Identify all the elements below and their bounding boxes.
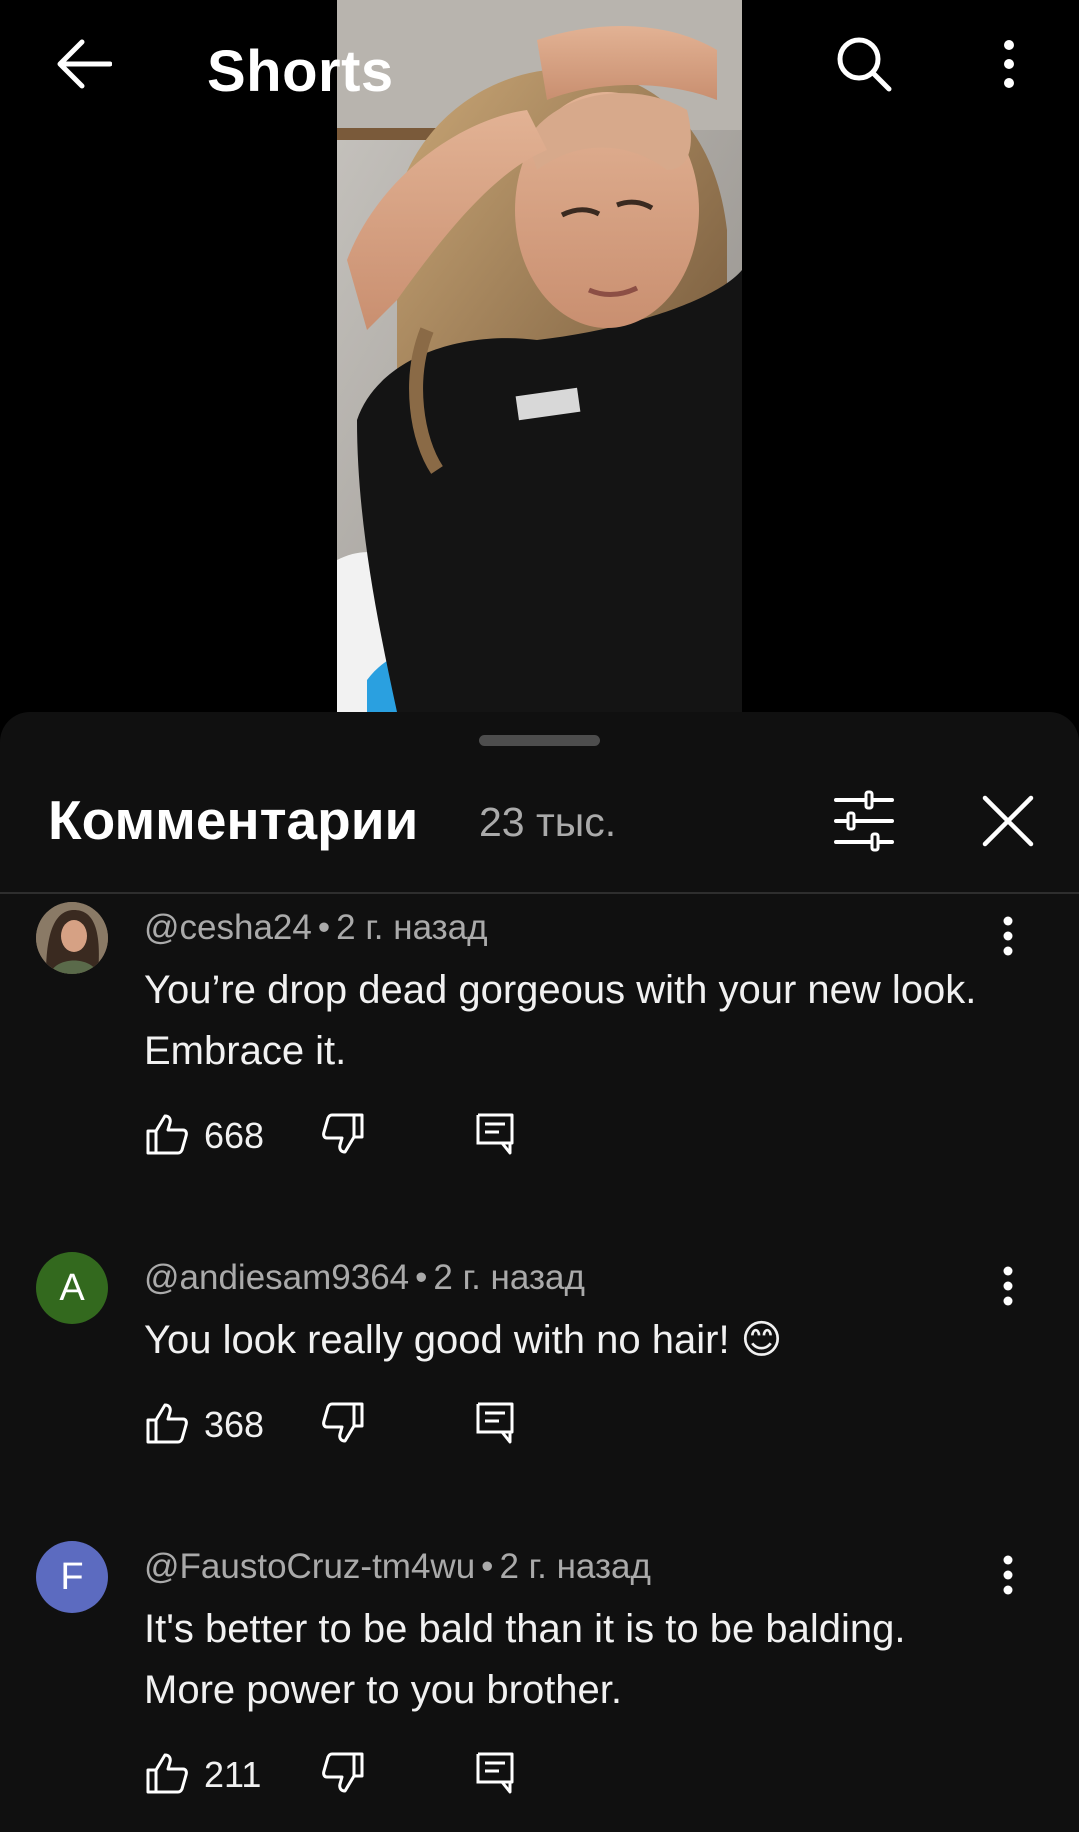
like-count: 211 [204, 1754, 262, 1795]
thumbs-up-icon [145, 1751, 189, 1800]
arrow-left-icon [56, 38, 113, 95]
dislike-button[interactable] [320, 1401, 366, 1449]
comment-time: 2 г. назад [336, 908, 488, 947]
reply-button[interactable] [472, 1751, 518, 1799]
drag-handle[interactable] [479, 735, 600, 746]
like-button[interactable] [144, 1401, 190, 1449]
comment-more-button[interactable] [992, 1549, 1024, 1605]
comment-author[interactable]: @cesha24 [144, 908, 312, 947]
like-button[interactable] [144, 1112, 190, 1160]
comment-actions: 668 [144, 1108, 518, 1164]
like-button[interactable] [144, 1751, 190, 1799]
comment-time: 2 г. назад [433, 1258, 585, 1297]
video-player[interactable]: Shorts [0, 0, 1079, 712]
comment-text: You’re drop dead gorgeous with your new … [144, 968, 977, 1073]
avatar[interactable]: A [36, 1252, 108, 1324]
like-count: 668 [204, 1115, 265, 1156]
thumbs-up-icon [145, 1401, 189, 1450]
avatar[interactable] [36, 902, 108, 974]
avatar[interactable]: F [36, 1541, 108, 1613]
comment-actions: 368 [144, 1397, 518, 1453]
comment-meta: @andiesam9364 • 2 г. назад [144, 1258, 585, 1297]
comments-title: Комментарии [48, 789, 419, 851]
video-thumbnail[interactable] [337, 0, 742, 712]
close-icon [977, 795, 1039, 856]
like-count: 368 [204, 1404, 265, 1445]
more-vert-icon [1003, 39, 1015, 93]
reply-icon [475, 1751, 515, 1800]
dislike-button[interactable] [320, 1112, 366, 1160]
comment-author[interactable]: @FaustoCruz-tm4wu [144, 1547, 475, 1586]
more-vert-icon [1003, 1555, 1013, 1600]
avatar-letter: F [60, 1555, 84, 1598]
comment-time: 2 г. назад [499, 1547, 651, 1586]
more-options-button[interactable] [986, 28, 1032, 104]
comment-meta: @cesha24 • 2 г. назад [144, 908, 488, 947]
reply-button[interactable] [472, 1112, 518, 1160]
thumbs-down-icon [321, 1401, 365, 1450]
back-button[interactable] [44, 30, 124, 102]
search-icon [835, 35, 893, 98]
comment-text: You look really good with no hair! 😊 [144, 1318, 783, 1362]
thumbs-up-icon [145, 1112, 189, 1161]
dislike-button[interactable] [320, 1751, 366, 1799]
search-button[interactable] [826, 28, 902, 104]
comment-item: @cesha24 • 2 г. назад You’re drop dead gor… [0, 902, 1079, 1202]
comment-more-button[interactable] [992, 910, 1024, 966]
comment-more-button[interactable] [992, 1260, 1024, 1316]
thumbs-down-icon [321, 1112, 365, 1161]
comments-sheet: Комментарии 23 тыс. @cesha24 • 2 г. наза… [0, 712, 1079, 1832]
thumbs-down-icon [321, 1751, 365, 1800]
reply-icon [475, 1112, 515, 1161]
comment-item: A @andiesam9364 • 2 г. назад You look real… [0, 1252, 1079, 1502]
avatar-letter: A [59, 1266, 85, 1309]
comment-author[interactable]: @andiesam9364 [144, 1258, 409, 1297]
sort-filter-button[interactable] [832, 790, 896, 852]
reply-button[interactable] [472, 1401, 518, 1449]
comments-count: 23 тыс. [479, 799, 617, 845]
sliders-icon [832, 790, 896, 856]
more-vert-icon [1003, 916, 1013, 961]
comment-actions: 211 [144, 1747, 518, 1803]
divider [0, 892, 1079, 894]
more-vert-icon [1003, 1266, 1013, 1311]
comment-item: F @FaustoCruz-tm4wu • 2 г. назад It's bett… [0, 1541, 1079, 1831]
comment-meta: @FaustoCruz-tm4wu • 2 г. назад [144, 1547, 651, 1586]
comment-text: It's better to be bald than it is to be … [144, 1607, 906, 1712]
close-comments-button[interactable] [977, 790, 1039, 852]
reply-icon [475, 1401, 515, 1450]
shorts-screen: Shorts Комментарии 23 тыс. @cesha24 • 2 … [0, 0, 1079, 1832]
page-title: Shorts [207, 39, 394, 104]
